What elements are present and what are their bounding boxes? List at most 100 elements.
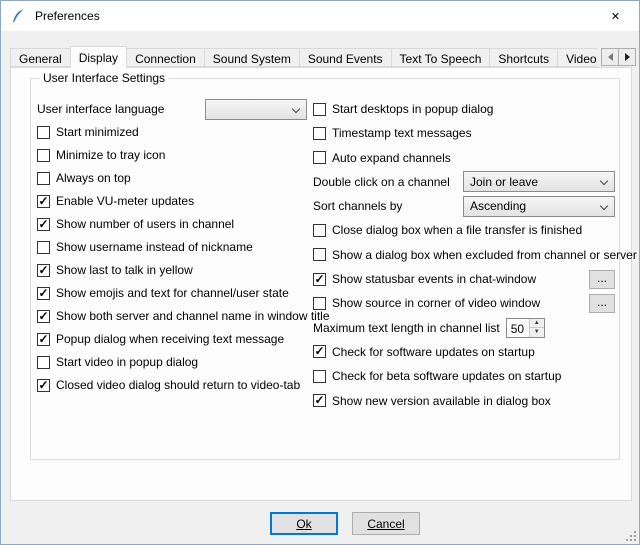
tab-connection[interactable]: Connection xyxy=(126,48,205,67)
checkbox-label: Show number of users in channel xyxy=(56,217,234,231)
spin-up-icon[interactable]: ▲ xyxy=(530,319,544,329)
tab-shortcuts[interactable]: Shortcuts xyxy=(489,48,558,67)
checkbox-minimize-to-tray[interactable]: Minimize to tray icon xyxy=(37,145,307,165)
checkbox-label: Enable VU-meter updates xyxy=(56,194,194,208)
language-select[interactable] xyxy=(205,99,307,120)
tab-bar: General Display Connection Sound System … xyxy=(10,46,597,68)
checkbox-video-return-to-tab[interactable]: Closed video dialog should return to vid… xyxy=(37,375,307,395)
checkbox-always-on-top[interactable]: Always on top xyxy=(37,168,307,188)
video-source-more-button[interactable]: ... xyxy=(589,294,615,313)
checkbox-statusbar-events[interactable]: Show statusbar events in chat-window ... xyxy=(313,269,615,289)
chevron-down-icon xyxy=(600,177,608,185)
checkbox-label: Show a dialog box when excluded from cha… xyxy=(332,248,637,262)
double-click-select[interactable]: Join or leave xyxy=(463,171,615,192)
checkbox-label: Start video in popup dialog xyxy=(56,355,198,369)
tab-scroll xyxy=(602,48,636,66)
language-label: User interface language xyxy=(37,102,205,116)
close-icon: ✕ xyxy=(611,10,620,23)
chevron-down-icon xyxy=(292,104,300,112)
spin-down-icon[interactable]: ▼ xyxy=(530,328,544,337)
checkbox-desktops-popup[interactable]: Start desktops in popup dialog xyxy=(313,99,615,119)
app-icon xyxy=(10,8,26,24)
resize-grip[interactable] xyxy=(625,530,637,542)
checkbox-label: Auto expand channels xyxy=(332,151,451,165)
checkbox-video-source-corner[interactable]: Show source in corner of video window ..… xyxy=(313,293,615,313)
checkbox-start-minimized[interactable]: Start minimized xyxy=(37,122,307,142)
checkbox-check-updates[interactable]: Check for software updates on startup xyxy=(313,342,615,362)
tab-sound-events[interactable]: Sound Events xyxy=(299,48,392,67)
checkbox-icon xyxy=(313,127,326,140)
window-title: Preferences xyxy=(35,9,100,23)
checkbox-label: Check for software updates on startup xyxy=(332,345,535,359)
checkbox-icon xyxy=(313,394,326,407)
checkbox-show-user-count[interactable]: Show number of users in channel xyxy=(37,214,307,234)
checkbox-label: Start desktops in popup dialog xyxy=(332,102,493,116)
tab-scroll-left-button[interactable] xyxy=(601,48,619,66)
checkbox-icon xyxy=(37,241,50,254)
double-click-row: Double click on a channel Join or leave xyxy=(313,172,615,192)
checkbox-icon xyxy=(313,345,326,358)
checkbox-icon xyxy=(37,149,50,162)
checkbox-icon xyxy=(313,273,326,286)
tab-general[interactable]: General xyxy=(10,48,71,67)
checkbox-icon xyxy=(313,224,326,237)
checkbox-excluded-dialog[interactable]: Show a dialog box when excluded from cha… xyxy=(313,245,615,265)
checkbox-icon xyxy=(37,287,50,300)
checkbox-video-popup-dialog[interactable]: Start video in popup dialog xyxy=(37,352,307,372)
checkbox-label: Always on top xyxy=(56,171,131,185)
titlebar[interactable]: Preferences ✕ xyxy=(1,1,639,31)
right-column: Start desktops in popup dialog Timestamp… xyxy=(313,99,615,415)
checkbox-icon xyxy=(37,379,50,392)
checkbox-vu-meter-updates[interactable]: Enable VU-meter updates xyxy=(37,191,307,211)
checkbox-label: Check for beta software updates on start… xyxy=(332,369,561,383)
ok-button[interactable]: Ok xyxy=(270,512,338,535)
tab-text-to-speech[interactable]: Text To Speech xyxy=(391,48,491,67)
tab-display[interactable]: Display xyxy=(70,46,127,68)
checkbox-label: Show source in corner of video window xyxy=(332,296,540,310)
checkbox-icon xyxy=(37,126,50,139)
checkbox-close-on-transfer-finished[interactable]: Close dialog box when a file transfer is… xyxy=(313,220,615,240)
double-click-value: Join or leave xyxy=(470,175,538,189)
checkbox-emojis-text-state[interactable]: Show emojis and text for channel/user st… xyxy=(37,283,307,303)
checkbox-label: Timestamp text messages xyxy=(332,126,472,140)
checkbox-username-instead-nickname[interactable]: Show username instead of nickname xyxy=(37,237,307,257)
checkbox-label: Show username instead of nickname xyxy=(56,240,253,254)
checkbox-auto-expand-channels[interactable]: Auto expand channels xyxy=(313,148,615,168)
checkbox-label: Show statusbar events in chat-window xyxy=(332,272,536,286)
checkbox-popup-on-text-message[interactable]: Popup dialog when receiving text message xyxy=(37,329,307,349)
checkbox-icon xyxy=(37,310,50,323)
tab-sound-system[interactable]: Sound System xyxy=(204,48,300,67)
max-text-length-spinner[interactable]: 50 ▲ ▼ xyxy=(506,318,545,338)
ok-label: Ok xyxy=(296,517,311,531)
checkbox-server-channel-in-title[interactable]: Show both server and channel name in win… xyxy=(37,306,307,326)
max-text-length-label: Maximum text length in channel list xyxy=(313,321,500,335)
statusbar-events-more-button[interactable]: ... xyxy=(589,270,615,289)
checkbox-label: Show both server and channel name in win… xyxy=(56,309,330,323)
sort-channels-select[interactable]: Ascending xyxy=(463,196,615,217)
checkbox-last-talk-yellow[interactable]: Show last to talk in yellow xyxy=(37,260,307,280)
checkbox-icon xyxy=(37,195,50,208)
close-button[interactable]: ✕ xyxy=(593,2,638,30)
tab-page-display: User Interface Settings User interface l… xyxy=(10,67,632,501)
sort-channels-row: Sort channels by Ascending xyxy=(313,196,615,216)
max-text-length-row: Maximum text length in channel list 50 ▲… xyxy=(313,318,615,338)
checkbox-icon xyxy=(37,264,50,277)
spinner-buttons: ▲ ▼ xyxy=(529,319,544,337)
checkbox-label: Popup dialog when receiving text message xyxy=(56,332,284,346)
tab-video[interactable]: Video xyxy=(557,48,597,67)
checkbox-timestamp-messages[interactable]: Timestamp text messages xyxy=(313,123,615,143)
tab-scroll-right-button[interactable] xyxy=(618,48,636,66)
checkbox-icon xyxy=(37,172,50,185)
checkbox-icon xyxy=(313,297,326,310)
checkbox-new-version-dialog[interactable]: Show new version available in dialog box xyxy=(313,391,615,411)
checkbox-check-beta-updates[interactable]: Check for beta software updates on start… xyxy=(313,366,615,386)
sort-channels-label: Sort channels by xyxy=(313,199,463,213)
checkbox-icon xyxy=(313,151,326,164)
checkbox-icon xyxy=(37,356,50,369)
chevron-down-icon xyxy=(600,201,608,209)
checkbox-icon xyxy=(313,103,326,116)
checkbox-label: Minimize to tray icon xyxy=(56,148,165,162)
cancel-button[interactable]: Cancel xyxy=(352,512,420,535)
checkbox-label: Show emojis and text for channel/user st… xyxy=(56,286,289,300)
user-interface-settings-group: User Interface Settings User interface l… xyxy=(30,78,620,460)
